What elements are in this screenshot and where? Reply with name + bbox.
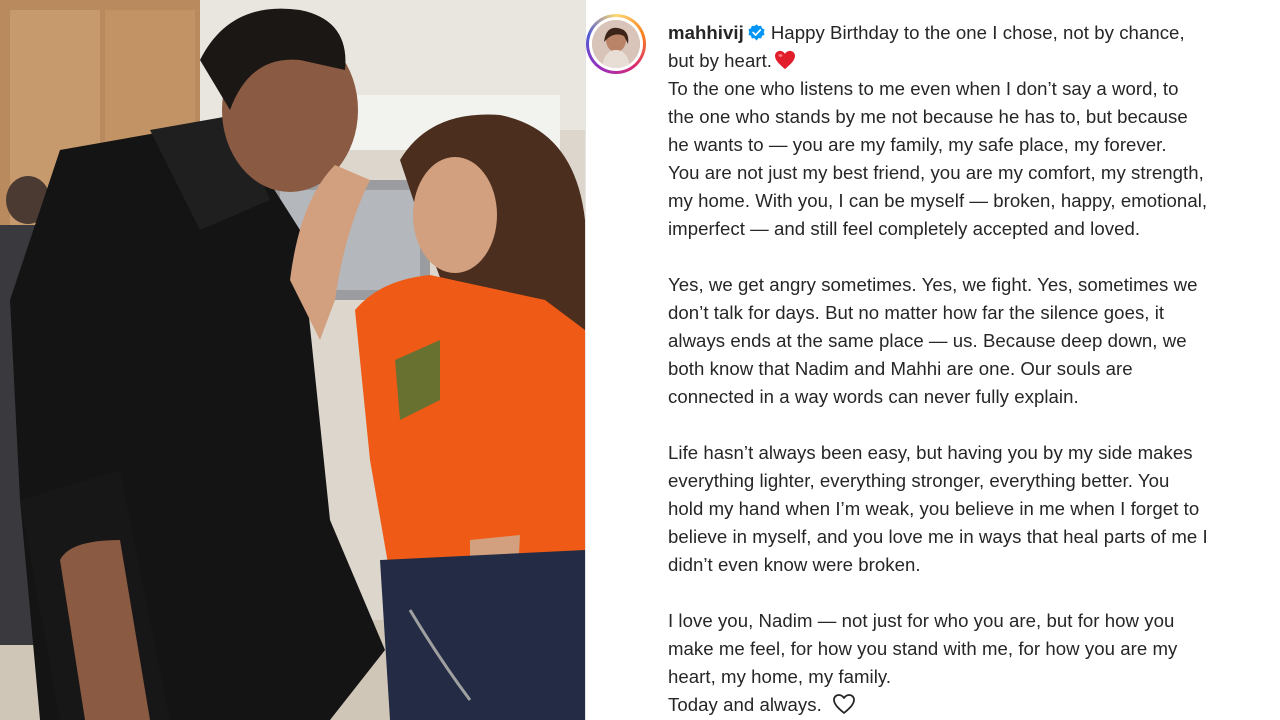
caption-line-2-row: but by heart. [668, 47, 1280, 75]
caption-line-22-row: Today and always. [668, 691, 1280, 719]
caption-line-14: Life hasn’t always been easy, but having… [668, 442, 1193, 463]
caption-line-16: hold my hand when I’m weak, you believe … [668, 498, 1200, 519]
caption-line-7: my home. With you, I can be myself — bro… [668, 190, 1208, 211]
caption-line-20: make me feel, for how you stand with me,… [668, 638, 1178, 659]
caption-line-13: connected in a way words can never fully… [668, 386, 1079, 407]
caption-line-1: Happy Birthday to the one I chose, not b… [770, 22, 1185, 43]
caption-line-8: imperfect — and still feel completely ac… [668, 218, 1141, 239]
caption-line-22: Today and always. [668, 694, 822, 715]
avatar[interactable] [586, 14, 646, 74]
caption-line-6: You are not just my best friend, you are… [668, 162, 1204, 183]
caption-panel: mahhivij Happy Birthday to the one I chos… [586, 0, 1280, 720]
caption-line-21: heart, my home, my family. [668, 666, 892, 687]
caption-line-18: didn’t even know were broken. [668, 554, 921, 575]
avatar-image [592, 20, 640, 68]
caption-line-12: both know that Nadim and Mahhi are one. … [668, 358, 1133, 379]
caption-line-3: To the one who listens to me even when I… [668, 78, 1179, 99]
caption-line-19: I love you, Nadim — not just for who you… [668, 610, 1175, 631]
caption-line-9: Yes, we get angry sometimes. Yes, we fig… [668, 274, 1198, 295]
caption-line-17: believe in myself, and you love me in wa… [668, 526, 1208, 547]
caption-line-2: but by heart. [668, 50, 773, 71]
caption-line-5: he wants to — you are my family, my safe… [668, 134, 1167, 155]
verified-badge-icon [748, 24, 765, 41]
photo-illustration [0, 0, 585, 720]
red-heart-emoji-icon [775, 50, 796, 70]
caption-line-10: don’t talk for days. But no matter how f… [668, 302, 1165, 323]
caption-line-4: the one who stands by me not because he … [668, 106, 1188, 127]
caption-first-line: mahhivij Happy Birthday to the one I chos… [668, 19, 1280, 47]
username-link[interactable]: mahhivij [668, 22, 744, 43]
avatar-photo [592, 20, 640, 68]
caption-line-15: everything lighter, everything stronger,… [668, 470, 1170, 491]
avatar-border [589, 17, 643, 71]
caption-line-11: always ends at the same place — us. Beca… [668, 330, 1187, 351]
outline-heart-icon [832, 694, 855, 714]
post-photo[interactable] [0, 0, 585, 720]
caption-text: mahhivij Happy Birthday to the one I chos… [668, 19, 1280, 719]
